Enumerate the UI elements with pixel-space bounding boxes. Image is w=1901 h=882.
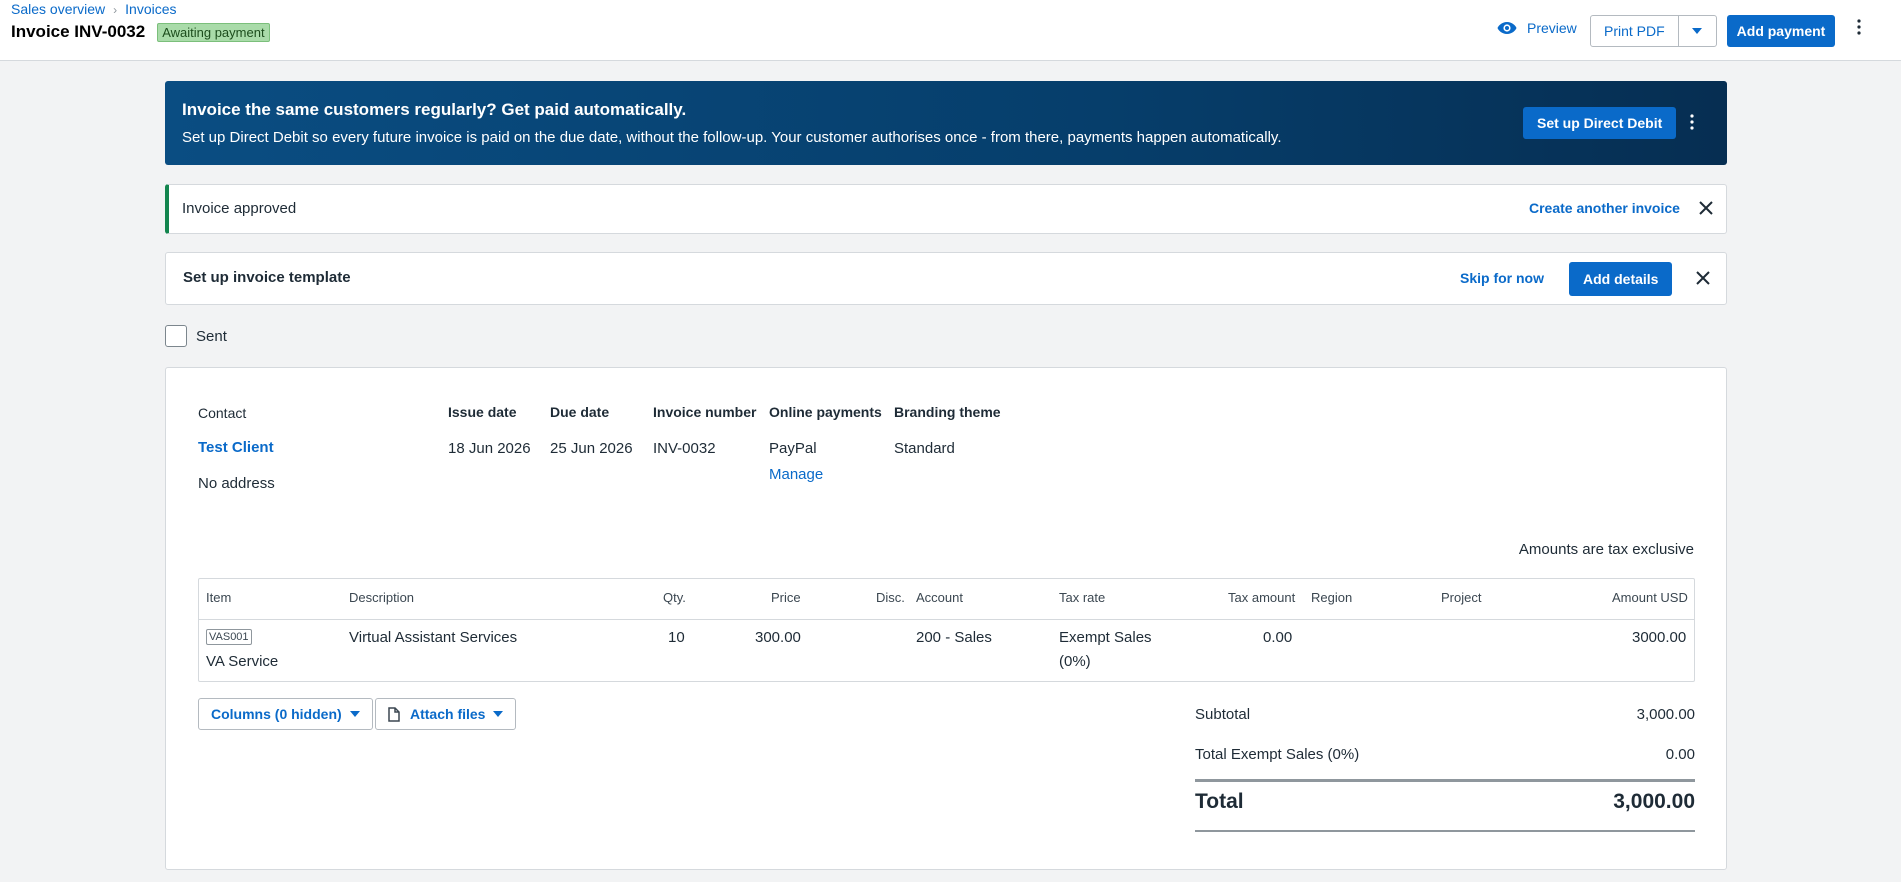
direct-debit-title: Invoice the same customers regularly? Ge… (182, 100, 687, 119)
breadcrumb-sales-overview[interactable]: Sales overview (11, 1, 105, 17)
item-tax-rate: Exempt Sales (1059, 629, 1152, 646)
file-icon (388, 706, 400, 722)
direct-debit-text: Set up Direct Debit so every future invo… (182, 129, 1282, 146)
caret-down-icon (349, 711, 360, 717)
item-tax-amount: 0.00 (1263, 629, 1293, 646)
add-payment-button[interactable]: Add payment (1727, 15, 1835, 47)
close-icon (1696, 271, 1710, 285)
title-row: Invoice INV-0032 Awaiting payment (11, 22, 270, 42)
skip-for-now-link[interactable]: Skip for now (1460, 270, 1544, 286)
issue-date-label: Issue date (448, 404, 517, 420)
item-qty: 10 (668, 629, 685, 646)
caret-down-icon (493, 711, 504, 717)
invoice-number-label: Invoice number (653, 404, 757, 420)
setup-direct-debit-button[interactable]: Set up Direct Debit (1523, 107, 1677, 139)
column-header-tax-amount: Tax amount (1228, 590, 1296, 605)
invoice-number: INV-0032 (653, 440, 716, 457)
page-title: Invoice INV-0032 (11, 22, 146, 41)
print-pdf-button[interactable]: Print PDF (1591, 16, 1678, 46)
columns-dropdown-button[interactable]: Columns (0 hidden) (198, 698, 373, 730)
total-divider (1195, 779, 1695, 782)
sent-toggle: Sent (165, 325, 227, 347)
attach-files-button[interactable]: Attach files (375, 698, 517, 730)
column-header-amount: Amount USD (1612, 590, 1688, 605)
dismiss-template-button[interactable] (1696, 271, 1710, 289)
tax-total-value: 0.00 (1665, 746, 1695, 763)
column-header-qty: Qty. (663, 590, 686, 605)
top-bar: Sales overview › Invoices Invoice INV-0032… (0, 0, 1901, 61)
online-payments-value: PayPal (769, 440, 817, 457)
item-name: VA Service (206, 653, 279, 670)
item-account: 200 - Sales (916, 629, 992, 646)
column-header-tax-rate: Tax rate (1059, 590, 1106, 605)
approved-message: Invoice approved (182, 200, 297, 217)
more-options-button[interactable] (1857, 19, 1861, 39)
due-date: 25 Jun 2026 (550, 440, 633, 457)
due-date-label: Due date (550, 404, 610, 420)
contact-name-link[interactable]: Test Client (198, 439, 274, 456)
subtotal-label: Subtotal (1195, 706, 1251, 723)
sent-label: Sent (196, 327, 227, 345)
invoice-approved-notice: Invoice approved Create another invoice (165, 184, 1727, 234)
column-header-project: Project (1441, 590, 1482, 605)
preview-button[interactable]: Preview (1497, 20, 1577, 36)
column-header-region: Region (1311, 590, 1353, 605)
dismiss-approved-button[interactable] (1699, 201, 1713, 219)
column-header-item: Item (206, 590, 232, 605)
subtotal-row: Subtotal 3,000.00 (1195, 706, 1695, 723)
grand-total-row: Total 3,000.00 (1195, 790, 1695, 814)
attach-files-label: Attach files (410, 706, 486, 722)
caret-down-icon (1692, 28, 1703, 34)
tax-total-row: Total Exempt Sales (0%) 0.00 (1195, 746, 1695, 763)
grand-total-label: Total (1195, 790, 1244, 813)
breadcrumb-invoices[interactable]: Invoices (125, 1, 176, 17)
template-title: Set up invoice template (183, 269, 351, 286)
item-code: VAS001 (206, 629, 252, 645)
contact-address: No address (198, 475, 275, 492)
direct-debit-options-button[interactable] (1690, 114, 1694, 134)
status-badge: Awaiting payment (157, 22, 270, 42)
column-header-account: Account (916, 590, 963, 605)
issue-date: 18 Jun 2026 (448, 440, 531, 457)
chevron-right-icon: › (113, 3, 118, 17)
invoice-template-prompt: Set up invoice template Skip for now Add… (165, 252, 1727, 305)
kebab-icon (1857, 19, 1861, 35)
grand-total-value: 3,000.00 (1613, 790, 1695, 813)
online-payments-label: Online payments (769, 404, 882, 420)
invoice-card: Contact Test Client No address Issue dat… (165, 367, 1727, 870)
manage-payments-link[interactable]: Manage (769, 466, 823, 483)
table-header: Item Description Qty. Price Disc. Accoun… (199, 579, 1694, 620)
total-bottom-divider (1195, 830, 1695, 832)
eye-icon (1497, 22, 1517, 34)
print-options-button[interactable] (1677, 16, 1716, 46)
item-price: 300.00 (755, 629, 801, 646)
column-header-disc: Disc. (876, 590, 905, 605)
preview-label: Preview (1527, 20, 1577, 36)
column-header-description: Description (349, 590, 415, 605)
item-amount: 3000.00 (1632, 629, 1687, 646)
branding-theme-label: Branding theme (894, 404, 1001, 420)
close-icon (1699, 201, 1713, 215)
item-tax-rate-percent: (0%) (1059, 653, 1091, 670)
direct-debit-banner: Invoice the same customers regularly? Ge… (165, 81, 1727, 165)
sent-checkbox[interactable] (165, 325, 187, 347)
breadcrumb: Sales overview › Invoices (11, 1, 177, 17)
column-header-price: Price (771, 590, 801, 605)
contact-label: Contact (198, 405, 247, 421)
tax-total-label: Total Exempt Sales (0%) (1195, 746, 1360, 763)
kebab-icon (1690, 114, 1694, 130)
add-details-button[interactable]: Add details (1569, 262, 1673, 296)
create-another-invoice-link[interactable]: Create another invoice (1529, 200, 1680, 216)
item-description: Virtual Assistant Services (349, 629, 518, 646)
line-items-table: Item Description Qty. Price Disc. Accoun… (198, 578, 1695, 682)
columns-label: Columns (0 hidden) (211, 706, 342, 722)
branding-theme-value: Standard (894, 440, 955, 457)
print-pdf-group: Print PDF (1590, 15, 1717, 47)
subtotal-value: 3,000.00 (1636, 706, 1695, 723)
table-row[interactable]: VAS001 VA Service Virtual Assistant Serv… (199, 619, 1694, 681)
tax-exclusive-note: Amounts are tax exclusive (1518, 541, 1694, 558)
